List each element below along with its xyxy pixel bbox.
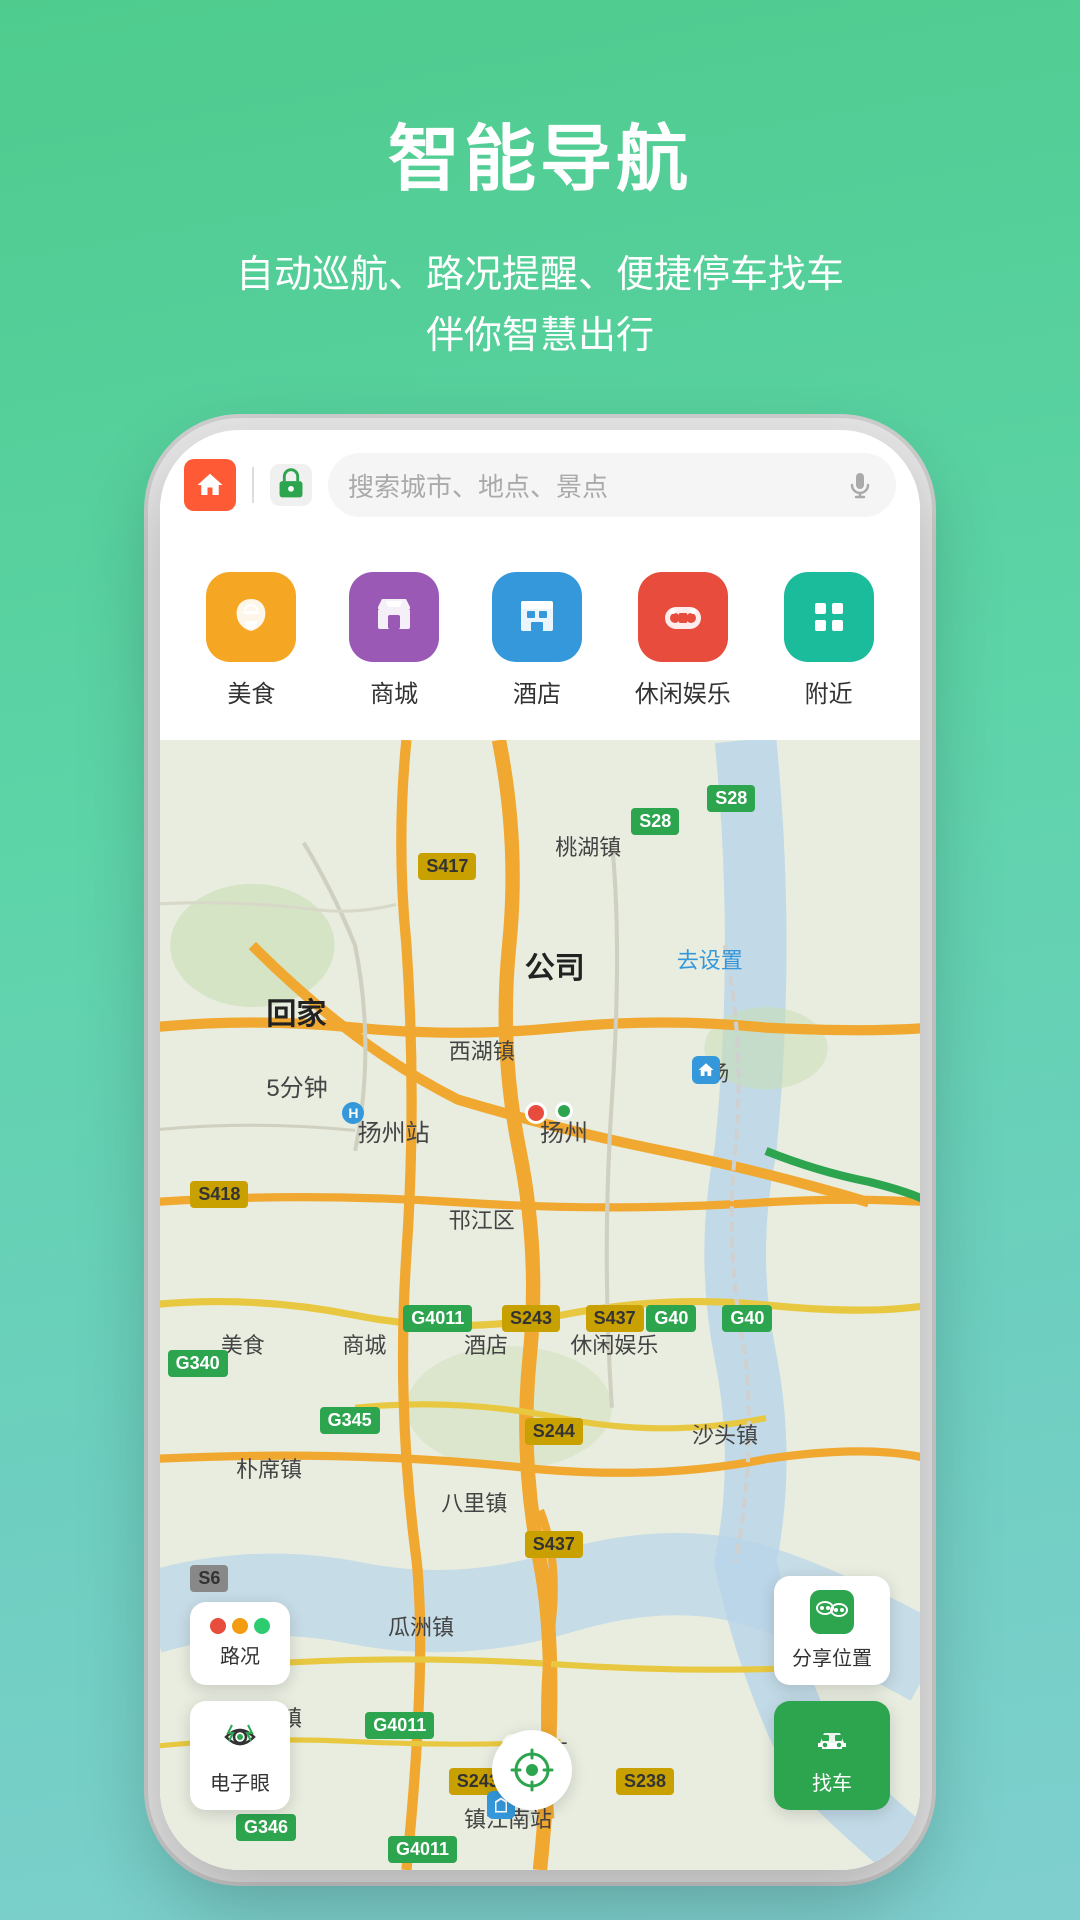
bottom-controls: 路况 电子眼: [160, 1576, 920, 1810]
find-car-label: 找车: [812, 1767, 852, 1796]
phone-wrapper: 搜索城市、地点、景点: [160, 430, 920, 1870]
map-label-balzhen: 八里镇: [441, 1486, 507, 1518]
road-g4011c: G4011: [388, 1836, 457, 1863]
leisure-label: 休闲娱乐: [635, 674, 731, 709]
traffic-dot-yellow: [232, 1618, 248, 1634]
wechat-icon: [810, 1590, 854, 1634]
traffic-dot-red: [210, 1618, 226, 1634]
home-button[interactable]: [184, 459, 236, 511]
share-label: 分享位置: [792, 1642, 872, 1671]
road-s437a: S437: [586, 1305, 644, 1332]
map-label-gosettings[interactable]: 去设置: [677, 943, 743, 975]
location-button[interactable]: [492, 1730, 572, 1810]
category-mall[interactable]: 商城: [349, 572, 439, 709]
right-controls: 分享位置 找车: [774, 1576, 890, 1810]
traffic-label: 路况: [220, 1640, 260, 1669]
food-label: 美食: [227, 674, 275, 709]
top-bar: 搜索城市、地点、景点: [160, 430, 920, 540]
road-s437b: S437: [525, 1531, 583, 1558]
map-label-company[interactable]: 公司: [525, 943, 585, 987]
electronic-eye-icon: [218, 1715, 262, 1759]
yangzhou-home-icon: [692, 1056, 720, 1084]
road-g345: G345: [320, 1407, 380, 1434]
share-button[interactable]: 分享位置: [774, 1576, 890, 1685]
green-dot: [555, 1102, 573, 1120]
road-s418: S418: [190, 1181, 248, 1208]
mall-label: 商城: [370, 674, 418, 709]
map-label-hotel2[interactable]: 酒店: [464, 1328, 508, 1360]
map-label-mall2[interactable]: 商城: [342, 1328, 386, 1360]
divider: [252, 467, 254, 503]
road-s28b: S28: [631, 808, 679, 835]
road-g40b: G40: [722, 1305, 772, 1332]
category-hotel[interactable]: 酒店: [492, 572, 582, 709]
map-area: 桃湖镇 公司 去设置 回家 5分钟 西湖镇 扬州站 扬州 邗江区 美食 商城 酒…: [160, 740, 920, 1870]
phone-frame: 搜索城市、地点、景点: [160, 430, 920, 1870]
search-bar[interactable]: 搜索城市、地点、景点: [328, 453, 896, 517]
nearby-label: 附近: [805, 674, 853, 709]
category-food[interactable]: 美食: [206, 572, 296, 709]
category-leisure[interactable]: 休闲娱乐: [635, 572, 731, 709]
road-g340: G340: [168, 1350, 228, 1377]
map-label-xihuzhen: 西湖镇: [449, 1034, 515, 1066]
road-s417: S417: [418, 853, 476, 880]
map-label-taohuzhen: 桃湖镇: [555, 830, 621, 862]
electronic-eye-label: 电子眼: [210, 1767, 270, 1796]
yangzhou-station-marker: H: [342, 1102, 364, 1124]
hero-title: 智能导航: [0, 0, 1080, 205]
map-label-leisure2[interactable]: 休闲娱乐: [570, 1328, 658, 1360]
find-car-button[interactable]: 找车: [774, 1701, 890, 1810]
electronic-eye-button[interactable]: 电子眼: [190, 1701, 290, 1810]
mic-icon[interactable]: [844, 469, 876, 501]
road-s243a: S243: [502, 1305, 560, 1332]
yangzhou-marker: [525, 1102, 547, 1124]
lock-icon[interactable]: [270, 464, 312, 506]
road-g40a: G40: [646, 1305, 696, 1332]
phone-screen: 搜索城市、地点、景点: [160, 430, 920, 1870]
car-icon: [810, 1715, 854, 1759]
category-row: 美食 商城: [160, 540, 920, 740]
hero-section: 智能导航 自动巡航、路况提醒、便捷停车找车伴你智慧出行: [0, 0, 1080, 367]
search-placeholder-text: 搜索城市、地点、景点: [348, 467, 834, 504]
road-g346: G346: [236, 1814, 296, 1841]
road-g4011a: G4011: [403, 1305, 472, 1332]
map-label-hanjiangqu: 邗江区: [449, 1203, 515, 1235]
map-label-5min: 5分钟: [266, 1068, 327, 1103]
map-label-puxizhen: 朴席镇: [236, 1452, 302, 1484]
traffic-dot-green: [254, 1618, 270, 1634]
road-s28a: S28: [707, 785, 755, 812]
map-label-shayezhen: 沙头镇: [692, 1418, 758, 1450]
road-s244: S244: [525, 1418, 583, 1445]
hotel-label: 酒店: [513, 674, 561, 709]
hero-subtitle: 自动巡航、路况提醒、便捷停车找车伴你智慧出行: [0, 245, 1080, 367]
map-label-yangzhoust: 扬州站: [358, 1113, 430, 1148]
location-icon: [510, 1748, 554, 1792]
left-controls: 路况 电子眼: [190, 1602, 290, 1810]
traffic-button[interactable]: 路况: [190, 1602, 290, 1685]
map-label-home[interactable]: 回家: [266, 989, 326, 1033]
category-nearby[interactable]: 附近: [784, 572, 874, 709]
